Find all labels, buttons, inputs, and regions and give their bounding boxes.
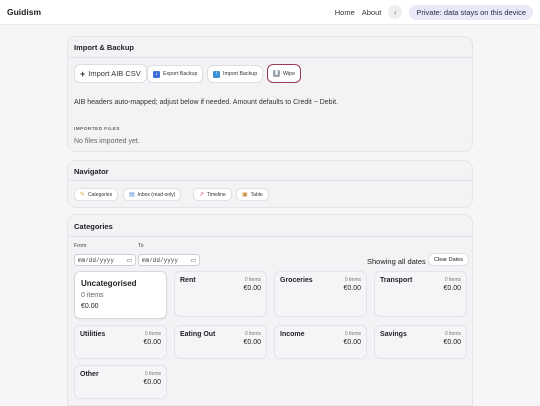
- to-date-input[interactable]: mm/dd/yyyy ▭: [138, 254, 200, 266]
- export-backup-button[interactable]: ↓ Export Backup: [147, 65, 204, 83]
- category-item-count: 0 items: [344, 331, 361, 337]
- category-name: Eating Out: [180, 331, 216, 338]
- from-date-placeholder: mm/dd/yyyy: [78, 256, 115, 264]
- mapping-note: AIB headers auto-mapped; adjust below if…: [74, 99, 339, 106]
- category-amount: €0.00: [143, 339, 161, 346]
- category-card-eating-out[interactable]: Eating Out 0 items €0.00: [174, 325, 267, 359]
- categories-title: Categories: [74, 222, 113, 231]
- nav-tab-categories[interactable]: ✎ Categories: [74, 188, 119, 201]
- import-backup-button[interactable]: ↑ Import Backup: [207, 65, 264, 83]
- calendar-icon: ▭: [126, 256, 132, 264]
- top-bar: Guidism Home About ‹ Private: data stays…: [0, 0, 540, 25]
- category-amount: €0.00: [81, 303, 99, 310]
- category-card-other[interactable]: Other 0 items €0.00: [74, 365, 167, 399]
- category-item-count: 0 items: [244, 277, 261, 283]
- export-backup-label: Export Backup: [163, 71, 198, 77]
- wipe-label: Wipe: [283, 70, 296, 77]
- category-card-groceries[interactable]: Groceries 0 items €0.00: [274, 271, 367, 317]
- to-label: To: [138, 243, 144, 249]
- nav-home-link[interactable]: Home: [335, 8, 355, 17]
- category-card-rent[interactable]: Rent 0 items €0.00: [174, 271, 267, 317]
- category-name: Transport: [380, 277, 413, 284]
- to-date-placeholder: mm/dd/yyyy: [142, 256, 179, 264]
- clipboard-icon: ▣: [242, 192, 248, 198]
- inbox-icon: ▤: [129, 192, 135, 198]
- category-item-count: 0 items: [444, 277, 461, 283]
- navigator-card: Navigator ✎ Categories ▤ Inbox (read-onl…: [67, 160, 473, 208]
- category-amount: €0.00: [243, 339, 261, 346]
- category-card-utilities[interactable]: Utilities 0 items €0.00: [74, 325, 167, 359]
- chart-icon: ↗: [199, 192, 205, 198]
- category-item-count: 0 items: [144, 371, 161, 377]
- top-nav: Home About ‹ Private: data stays on this…: [335, 4, 533, 20]
- category-card-income[interactable]: Income 0 items €0.00: [274, 325, 367, 359]
- from-label: From: [74, 243, 87, 249]
- category-item-count: 0 items: [81, 292, 104, 299]
- nav-tab-table-label: Table: [250, 191, 263, 198]
- category-amount: €0.00: [243, 285, 261, 292]
- category-name: Other: [80, 371, 99, 378]
- category-item-count: 0 items: [344, 277, 361, 283]
- category-name: Uncategorised: [81, 279, 137, 288]
- category-amount: €0.00: [443, 285, 461, 292]
- category-name: Groceries: [280, 277, 313, 284]
- clear-dates-button[interactable]: Clear Dates: [428, 253, 470, 266]
- import-backup-label: Import Backup: [223, 71, 258, 77]
- category-card-savings[interactable]: Savings 0 items €0.00: [374, 325, 467, 359]
- category-name: Income: [280, 331, 305, 338]
- category-amount: €0.00: [343, 339, 361, 346]
- category-item-count: 0 items: [244, 331, 261, 337]
- category-amount: €0.00: [443, 339, 461, 346]
- category-card-transport[interactable]: Transport 0 items €0.00: [374, 271, 467, 317]
- import-csv-button[interactable]: + Import AIB CSV: [74, 64, 147, 83]
- category-item-count: 0 items: [444, 331, 461, 337]
- date-range-status: Showing all dates: [367, 257, 426, 266]
- plus-icon: +: [80, 68, 86, 79]
- category-card-uncategorised[interactable]: Uncategorised 0 items €0.00: [74, 271, 167, 319]
- import-backup-card: Import & Backup + Import AIB CSV ↓ Expor…: [67, 36, 473, 152]
- calendar-icon: ▭: [190, 256, 196, 264]
- wipe-button[interactable]: ▮ Wipe: [267, 64, 302, 83]
- from-date-input[interactable]: mm/dd/yyyy ▭: [74, 254, 136, 266]
- nav-tab-categories-label: Categories: [88, 191, 113, 198]
- privacy-badge: Private: data stays on this device: [409, 4, 533, 20]
- back-chevron-icon[interactable]: ‹: [388, 5, 403, 19]
- category-amount: €0.00: [143, 379, 161, 386]
- nav-tab-timeline-label: Timeline: [207, 191, 226, 198]
- brand-logo[interactable]: Guidism: [7, 7, 41, 17]
- category-name: Utilities: [80, 331, 106, 338]
- tag-icon: ✎: [80, 192, 86, 198]
- category-name: Rent: [180, 277, 196, 284]
- export-icon: ↓: [153, 70, 160, 78]
- nav-tab-inbox[interactable]: ▤ Inbox (read-only): [123, 188, 182, 201]
- category-item-count: 0 items: [144, 331, 161, 337]
- nav-about-link[interactable]: About: [362, 8, 382, 17]
- trash-icon: ▮: [273, 70, 280, 77]
- nav-tab-inbox-label: Inbox (read-only): [137, 191, 176, 198]
- imported-files-empty: No files imported yet.: [74, 138, 140, 145]
- nav-tab-timeline[interactable]: ↗ Timeline: [193, 188, 232, 201]
- nav-tab-table[interactable]: ▣ Table: [236, 188, 269, 201]
- category-amount: €0.00: [343, 285, 361, 292]
- category-name: Savings: [380, 331, 407, 338]
- categories-card: Categories From To mm/dd/yyyy ▭ mm/dd/yy…: [67, 214, 473, 406]
- import-csv-label: Import AIB CSV: [88, 69, 141, 78]
- imported-files-label: IMPORTED FILES: [74, 127, 120, 132]
- import-backup-title: Import & Backup: [74, 43, 135, 52]
- import-icon: ↑: [213, 70, 220, 78]
- navigator-title: Navigator: [74, 167, 109, 176]
